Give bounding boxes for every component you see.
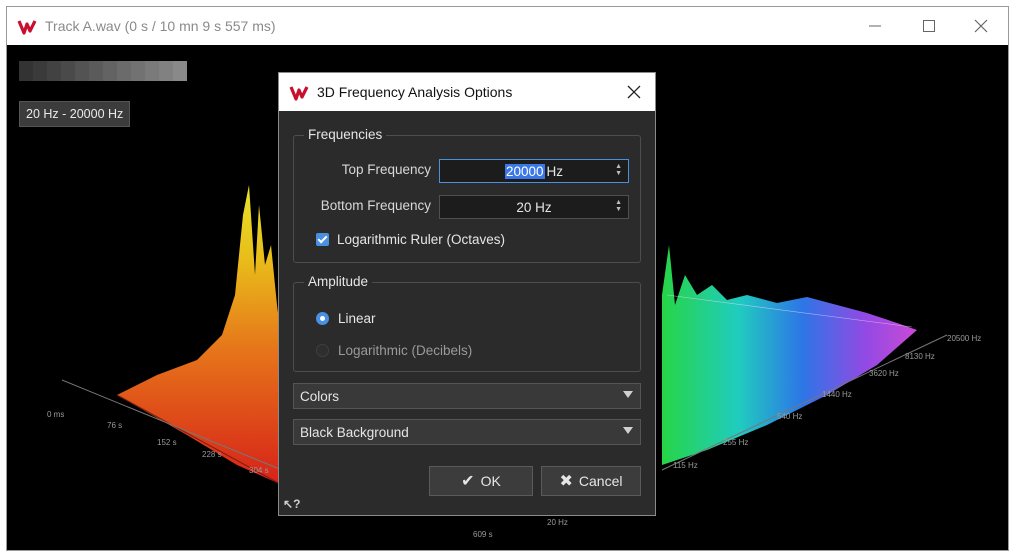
dialog-title: 3D Frequency Analysis Options: [317, 84, 513, 100]
help-label: ?: [293, 497, 301, 511]
time-tick-label: 152 s: [157, 438, 177, 447]
time-tick-label: 304 s: [249, 466, 269, 475]
spectrum-surface-low: [116, 185, 283, 486]
dialog-titlebar[interactable]: 3D Frequency Analysis Options: [279, 73, 655, 111]
help-arrow-icon: ↖: [283, 497, 294, 511]
amplitude-log-label: Logarithmic (Decibels): [338, 343, 473, 358]
freq-tick-label: 3620 Hz: [869, 369, 899, 378]
log-ruler-checkbox[interactable]: Logarithmic Ruler (Octaves): [316, 232, 505, 247]
ok-button[interactable]: ✔ OK: [429, 466, 533, 496]
bottom-frequency-value: 20 Hz: [516, 199, 552, 215]
time-tick-label: 609 s: [473, 530, 493, 539]
background-select[interactable]: Black Background: [293, 419, 641, 445]
close-icon: [974, 19, 988, 33]
top-frequency-value: 20000: [504, 163, 545, 179]
top-frequency-label: Top Frequency: [341, 162, 431, 177]
spectrum-surface-high: [662, 245, 917, 465]
freq-tick-label: 8130 Hz: [905, 352, 935, 361]
spin-arrows-icon[interactable]: ▲ ▼: [615, 199, 622, 213]
frequency-options-dialog: 3D Frequency Analysis Options Frequencie…: [278, 72, 656, 516]
minimize-button[interactable]: [852, 7, 898, 45]
minimize-icon: [869, 25, 881, 27]
maximize-button[interactable]: [906, 7, 952, 45]
time-tick-label: 0 ms: [47, 410, 64, 419]
time-tick-label: 228 s: [202, 450, 222, 459]
window-title: Track A.wav (0 s / 10 mn 9 s 557 ms): [45, 18, 276, 34]
close-button[interactable]: [958, 7, 1004, 45]
cancel-x-icon: ✖: [559, 473, 573, 490]
ok-label: OK: [480, 473, 501, 489]
freq-tick-label: 1440 Hz: [822, 390, 852, 399]
background-select-value: Black Background: [300, 424, 409, 440]
radio-unselected-icon: [316, 344, 329, 357]
amplitude-linear-label: Linear: [338, 311, 376, 326]
top-frequency-unit: Hz: [546, 163, 564, 179]
amplitude-group: Amplitude Linear Logarithmic (Decibels): [293, 274, 641, 372]
amplitude-log-radio[interactable]: Logarithmic (Decibels): [316, 343, 472, 358]
close-icon: [627, 85, 641, 99]
cancel-button[interactable]: ✖ Cancel: [541, 466, 641, 496]
log-ruler-label: Logarithmic Ruler (Octaves): [337, 232, 506, 247]
window-titlebar[interactable]: Track A.wav (0 s / 10 mn 9 s 557 ms): [7, 7, 1008, 45]
time-tick-label: 76 s: [107, 421, 122, 430]
maximize-icon: [923, 20, 935, 32]
colors-select-value: Colors: [300, 388, 340, 404]
wavelab-logo-icon: [17, 20, 37, 35]
help-button[interactable]: ↖?: [283, 497, 300, 511]
amplitude-linear-radio[interactable]: Linear: [316, 311, 376, 326]
radio-selected-icon: [316, 312, 329, 325]
bottom-frequency-input[interactable]: 20 Hz ▲ ▼: [439, 195, 629, 219]
wavelab-logo-icon: [289, 86, 309, 101]
checkbox-checked-icon: [316, 233, 329, 246]
dropdown-arrow-icon: [623, 427, 633, 434]
amplitude-group-label: Amplitude: [304, 274, 373, 289]
spin-arrows-icon[interactable]: ▲ ▼: [615, 163, 622, 177]
dialog-close-button[interactable]: [621, 79, 647, 105]
freq-tick-label: 540 Hz: [777, 412, 802, 421]
freq-tick-label: 115 Hz: [673, 461, 698, 470]
freq-tick-label: 20500 Hz: [947, 334, 981, 343]
checkmark-icon: ✔: [461, 473, 475, 490]
top-frequency-input[interactable]: 20000 Hz ▲ ▼: [439, 159, 629, 183]
bottom-frequency-label: Bottom Frequency: [320, 198, 431, 213]
colors-select[interactable]: Colors: [293, 383, 641, 409]
freq-tick-label: 20 Hz: [547, 518, 568, 527]
cancel-label: Cancel: [578, 473, 623, 489]
freq-tick-label: 255 Hz: [723, 438, 748, 447]
dropdown-arrow-icon: [623, 391, 633, 398]
frequencies-group: Frequencies Top Frequency 20000 Hz ▲ ▼ Bo…: [293, 127, 641, 263]
frequencies-group-label: Frequencies: [304, 127, 387, 142]
